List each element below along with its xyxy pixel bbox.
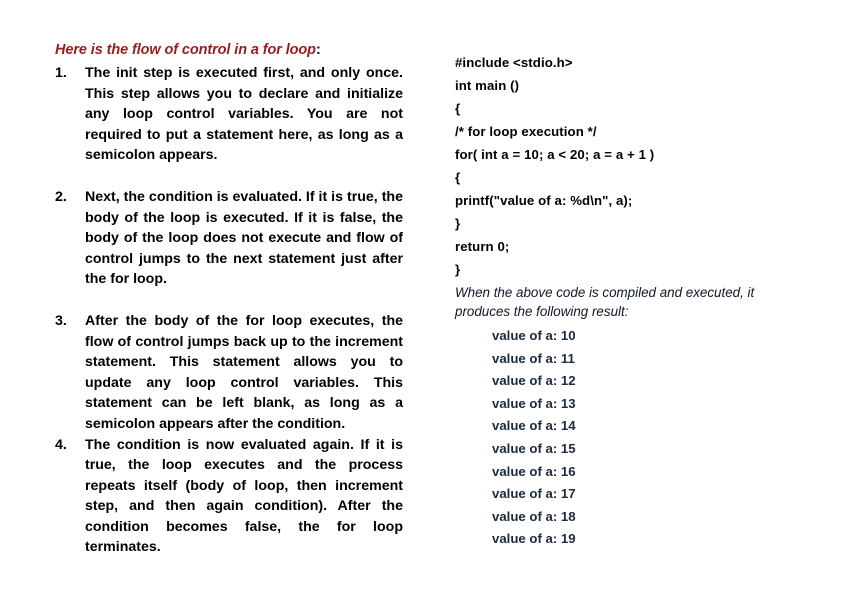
flow-step-1: 1. The init step is executed first, and … [55,63,403,166]
flow-step-4-text: The condition is now evaluated again. If… [85,436,403,556]
code-line-brace-close-2: } [455,262,461,277]
output-line: value of a: 13 [492,395,576,411]
output-line: value of a: 12 [492,373,576,389]
code-line-for: for( int a = 10; a < 20; a = a + 1 ) [455,147,655,162]
code-column: #include <stdio.h> int main () { /* for … [455,51,795,551]
result-note: When the above code is compiled and exec… [455,285,755,319]
flow-step-2-marker: 2. [55,188,67,205]
section-heading-text: Here is the flow of control in a for loo… [55,42,316,58]
flow-step-3-marker: 3. [55,312,67,329]
code-line-brace-close-1: } [455,216,461,231]
flow-step-4: 4. The condition is now evaluated again.… [55,435,403,559]
output-line: value of a: 11 [492,350,575,366]
output-line: value of a: 19 [492,531,576,547]
flow-step-1-marker: 1. [55,65,67,81]
flow-step-1-text: The init step is executed first, and onl… [85,65,403,164]
flow-step-2: 2. Next, the condition is evaluated. If … [55,187,403,290]
output-line: value of a: 16 [492,463,576,479]
flow-step-3: 3. After the body of the for loop execut… [55,311,403,435]
output-line: value of a: 17 [492,486,576,502]
code-line-brace-open-1: { [455,101,461,116]
section-heading: Here is the flow of control in a for loo… [55,41,403,60]
c-code-block: #include <stdio.h> int main () { /* for … [455,51,795,281]
flow-steps-list: 1. The init step is executed first, and … [55,63,403,558]
slide-page: Here is the flow of control in a for loo… [0,0,842,595]
section-heading-colon: : [315,42,321,58]
code-line-brace-open-2: { [455,170,461,185]
flow-step-3-text: After the body of the for loop executes,… [85,312,403,432]
flow-step-4-marker: 4. [55,436,67,453]
output-line: value of a: 15 [492,440,576,456]
code-line-return: return 0; [455,239,510,254]
flow-step-2-text: Next, the condition is evaluated. If it … [85,188,403,288]
explanation-column: Here is the flow of control in a for loo… [55,41,403,558]
code-line-printf: printf("value of a: %d\n", a); [455,193,633,208]
program-output-list: value of a: 10 value of a: 11 value of a… [455,325,795,551]
code-line-comment: /* for loop execution */ [455,124,597,139]
code-line-include: #include <stdio.h> [455,55,573,70]
output-line: value of a: 18 [492,508,576,524]
code-line-main: int main () [455,78,520,93]
output-line: value of a: 14 [492,418,576,434]
output-line: value of a: 10 [492,328,576,343]
